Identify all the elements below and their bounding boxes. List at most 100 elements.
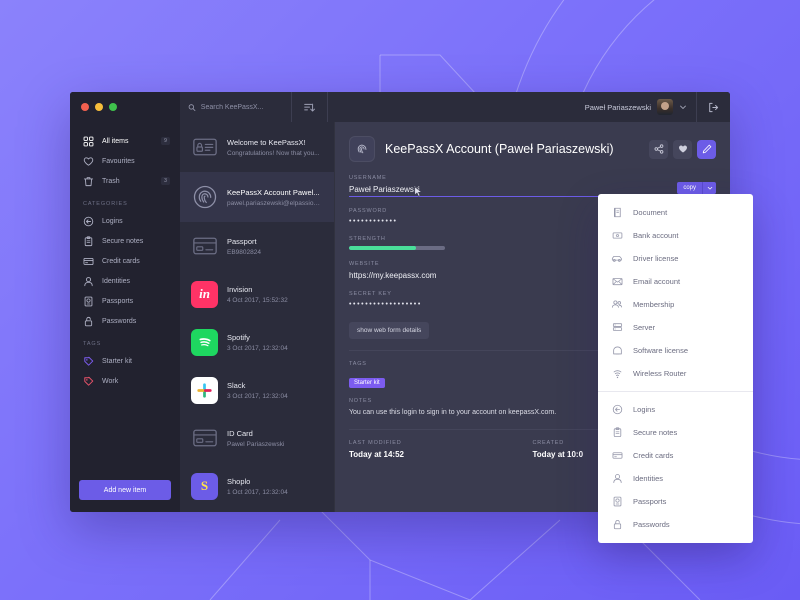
dropdown-item-secure-notes[interactable]: Secure notes	[598, 421, 753, 444]
titlebar-spacer	[328, 92, 576, 122]
sidebar-tags-title: TAGS	[83, 341, 102, 347]
maximize-window-button[interactable]	[109, 103, 117, 111]
minimize-window-button[interactable]	[95, 103, 103, 111]
sidebar-item-label: Passports	[102, 297, 134, 305]
sidebar-categories-title: CATEGORIES	[83, 201, 128, 207]
lock-icon	[83, 316, 94, 327]
detail-actions	[649, 139, 716, 159]
logout-icon	[709, 102, 719, 112]
card-outline-icon	[191, 233, 218, 260]
trash-icon	[83, 176, 94, 187]
sidebar-item-label: Favourites	[102, 157, 135, 165]
list-item[interactable]: Passport EB9802824	[180, 222, 334, 270]
dropdown-item-label: Email account	[633, 277, 681, 286]
copy-button[interactable]: copy	[677, 182, 703, 194]
passport-icon	[83, 296, 94, 307]
tag-icon	[83, 356, 94, 367]
dropdown-item-document[interactable]: Document	[598, 201, 753, 224]
sidebar-item-passwords[interactable]: Passwords	[70, 311, 180, 331]
sidebar: All items 9 Favourites Trash 3 CATEGORIE…	[70, 122, 180, 512]
members-icon	[611, 299, 623, 311]
list-item-text: KeePassX Account Pawel... pawel.pariasze…	[227, 188, 323, 207]
sidebar-tag-starter-kit[interactable]: Starter kit	[70, 351, 180, 371]
sidebar-item-trash[interactable]: Trash 3	[70, 171, 180, 191]
search-box[interactable]	[180, 92, 292, 122]
dropdown-item-driver-license[interactable]: Driver license	[598, 247, 753, 270]
dropdown-item-label: Logins	[633, 405, 656, 414]
grid-icon	[83, 136, 94, 147]
list-item[interactable]: Welcome to KeePassX! Congratulations! No…	[180, 122, 334, 172]
new-item-type-dropdown[interactable]: Document Bank account Driver license Ema…	[598, 194, 753, 543]
dropdown-item-label: Wireless Router	[633, 369, 687, 378]
share-button[interactable]	[649, 139, 668, 159]
dropdown-item-credit-cards[interactable]: Credit cards	[598, 444, 753, 467]
sidebar-nav: All items 9 Favourites Trash 3 CATEGORIE…	[70, 122, 180, 391]
dropdown-item-passports[interactable]: Passports	[598, 490, 753, 513]
sidebar-item-credit-cards[interactable]: Credit cards	[70, 251, 180, 271]
user-name-label: Paweł Pariaszewski	[584, 102, 651, 112]
list-item[interactable]: ID Card Pawel Pariaszewski	[180, 414, 334, 462]
list-item[interactable]: S Shoplo 1 Oct 2017, 12:32:04	[180, 462, 334, 510]
dropdown-item-software-license[interactable]: Software license	[598, 339, 753, 362]
add-new-item-button[interactable]: Add new item	[79, 480, 171, 500]
dropdown-item-bank-account[interactable]: Bank account	[598, 224, 753, 247]
login-icon	[83, 216, 94, 227]
list-item[interactable]: Slack 3 Oct 2017, 12:32:04	[180, 366, 334, 414]
fingerprint-icon	[349, 136, 375, 162]
last-modified-value: Today at 14:52	[349, 449, 404, 459]
list-item-title: Welcome to KeePassX!	[227, 137, 306, 147]
tag-pill-starter-kit[interactable]: Starter kit	[349, 378, 385, 388]
dropdown-item-logins[interactable]: Logins	[598, 398, 753, 421]
dropdown-item-label: Bank account	[633, 231, 679, 240]
dropdown-item-wireless-router[interactable]: Wireless Router	[598, 362, 753, 385]
item-list[interactable]: Welcome to KeePassX! Congratulations! No…	[180, 122, 335, 512]
sort-button[interactable]	[292, 92, 328, 122]
dropdown-item-passwords[interactable]: Passwords	[598, 513, 753, 536]
dropdown-item-label: Passwords	[633, 520, 670, 529]
sidebar-item-identities[interactable]: Identities	[70, 271, 180, 291]
copy-dropdown-button[interactable]	[703, 182, 716, 194]
dropdown-item-label: Server	[633, 323, 656, 332]
sidebar-tag-label: Work	[102, 377, 119, 385]
list-item-subtitle: 4 Oct 2017, 15:52:32	[227, 296, 288, 304]
search-input[interactable]	[200, 103, 283, 111]
sidebar-item-favourites[interactable]: Favourites	[70, 151, 180, 171]
copy-button-group[interactable]: copy	[677, 182, 716, 194]
logout-button[interactable]	[696, 92, 730, 122]
detail-header: KeePassX Account (Paweł Pariaszewski)	[335, 122, 730, 162]
list-item-title: Passport	[227, 236, 257, 246]
sidebar-item-passports[interactable]: Passports	[70, 291, 180, 311]
dropdown-item-email-account[interactable]: Email account	[598, 270, 753, 293]
list-item-title: KeePassX Account Pawel...	[227, 187, 320, 197]
sidebar-badge-all-items: 9	[161, 137, 170, 145]
list-item[interactable]: Dribbble 2 Oct 2017, 17:21:02	[180, 510, 334, 512]
show-web-form-details-button[interactable]: show web form details	[349, 322, 430, 339]
list-item[interactable]: in Invision 4 Oct 2017, 15:52:32	[180, 270, 334, 318]
envelope-icon	[611, 276, 623, 288]
lock-icon	[611, 519, 623, 531]
dropdown-separator	[598, 391, 753, 392]
sidebar-item-secure-notes[interactable]: Secure notes	[70, 231, 180, 251]
list-item-title: Shoplo	[227, 476, 251, 486]
dropdown-item-server[interactable]: Server	[598, 316, 753, 339]
list-item-subtitle: 1 Oct 2017, 12:32:04	[227, 488, 288, 496]
list-item-selected[interactable]: KeePassX Account Pawel... pawel.pariasze…	[180, 172, 334, 222]
page-title: KeePassX Account (Paweł Pariaszewski)	[385, 142, 614, 156]
user-menu[interactable]: Paweł Pariaszewski	[575, 92, 696, 122]
dropdown-item-label: Membership	[633, 300, 675, 309]
edit-button[interactable]	[697, 139, 716, 159]
close-window-button[interactable]	[81, 103, 89, 111]
list-item[interactable]: Spotify 3 Oct 2017, 12:32:04	[180, 318, 334, 366]
favourite-button[interactable]	[673, 139, 692, 159]
sidebar-item-all-items[interactable]: All items 9	[70, 131, 180, 151]
sidebar-item-logins[interactable]: Logins	[70, 211, 180, 231]
card-icon	[611, 450, 623, 462]
list-item-subtitle: 3 Oct 2017, 12:32:04	[227, 392, 288, 400]
strength-fill	[349, 246, 417, 250]
note-icon	[611, 427, 623, 439]
dropdown-item-membership[interactable]: Membership	[598, 293, 753, 316]
dropdown-item-identities[interactable]: Identities	[598, 467, 753, 490]
list-item-text: ID Card Pawel Pariaszewski	[227, 429, 284, 448]
sidebar-tag-work[interactable]: Work	[70, 371, 180, 391]
username-value[interactable]: Paweł Pariaszewski	[349, 185, 716, 194]
